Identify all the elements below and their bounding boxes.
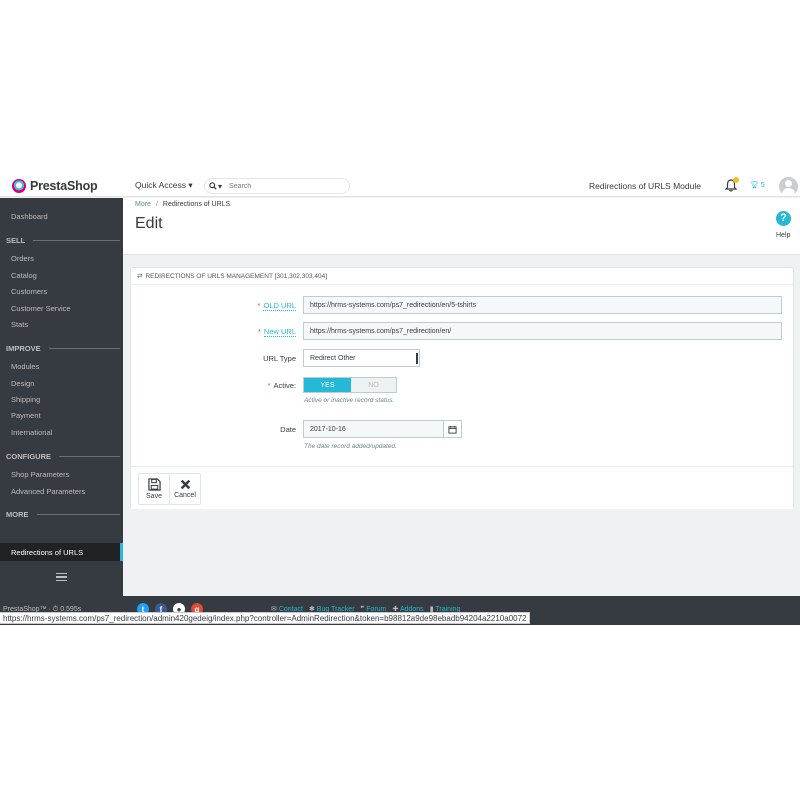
url-type-label: URL Type (263, 354, 296, 363)
sidebar-item-redirections[interactable]: Redirections of URLS (0, 543, 123, 561)
active-yes-button[interactable]: YES (304, 378, 351, 392)
active-label: * Active: (166, 381, 296, 390)
date-field[interactable]: 2017-10-16 (303, 420, 444, 438)
cancel-button[interactable]: Cancel (169, 473, 201, 505)
calendar-button[interactable] (443, 420, 462, 438)
trophy-icon: 🏆︎ (750, 182, 759, 189)
panel-footer: Save Cancel (131, 466, 793, 509)
sidebar-item-orders[interactable]: Orders (11, 254, 34, 263)
browser-status-url: https://hrms-systems.com/ps7_redirection… (0, 612, 531, 624)
breadcrumb-separator: / (155, 201, 158, 208)
exchange-icon: ⇄ (137, 273, 143, 280)
sidebar-item-advanced-parameters[interactable]: Advanced Parameters (11, 487, 85, 496)
sidebar-item-label: Redirections of URLS (11, 548, 84, 557)
date-help-text: The date record added/updated. (304, 443, 397, 450)
prestashop-logo[interactable]: PrestaShop (12, 178, 98, 194)
url-type-value: Redirect Other (310, 354, 356, 362)
section-title: SELL (6, 236, 26, 245)
required-marker: * (267, 381, 271, 390)
sidebar-item-customer-service[interactable]: Customer Service (11, 304, 71, 313)
sidebar-item-catalog[interactable]: Catalog (11, 271, 37, 280)
old-url-label-text: OLD URL (263, 301, 296, 311)
active-label-text: Active: (273, 381, 296, 390)
new-url-label: * New URL (166, 327, 296, 337)
active-no-button[interactable]: NO (351, 378, 396, 392)
section-title: CONFIGURE (6, 452, 51, 461)
sidebar-item-shop-parameters[interactable]: Shop Parameters (11, 470, 69, 479)
section-title: IMPROVE (6, 344, 41, 353)
section-title: MORE (6, 510, 29, 519)
url-type-select[interactable]: Redirect Other (303, 349, 420, 367)
sidebar-item-customers[interactable]: Customers (11, 287, 47, 296)
close-icon (180, 479, 190, 490)
help-label[interactable]: Help (776, 232, 790, 239)
avatar[interactable] (779, 177, 798, 196)
sidebar-item-shipping[interactable]: Shipping (11, 395, 40, 404)
shop-name-link[interactable]: Redirections of URLS Module (589, 181, 701, 191)
prestashop-admin-window: PrestaShop Quick Access ▾ ▾ Redirections… (0, 175, 800, 625)
sidebar-item-international[interactable]: International (11, 428, 52, 437)
new-url-field[interactable]: https://hrms-systems.com/ps7_redirection… (303, 322, 782, 340)
sidebar-item-dashboard[interactable]: Dashboard (11, 212, 48, 221)
old-url-label: * OLD URL (166, 301, 296, 311)
search-scope-button[interactable]: ▾ (209, 182, 229, 191)
active-toggle: YES NO (303, 377, 397, 393)
search-icon (209, 182, 217, 190)
section-divider (33, 240, 120, 241)
breadcrumb-more[interactable]: More (135, 201, 151, 208)
cancel-label: Cancel (174, 492, 196, 499)
save-label: Save (146, 493, 162, 500)
breadcrumb: More / Redirections of URLS (135, 201, 230, 208)
section-divider (59, 456, 120, 457)
sidebar-section-sell: SELL (6, 236, 120, 245)
menu-collapse-icon[interactable] (56, 573, 67, 581)
trophy-count: 5 (760, 181, 765, 189)
page-header: More / Redirections of URLS Edit ? Help (123, 198, 800, 255)
caret-down-icon: ▾ (188, 180, 193, 190)
save-icon (147, 478, 161, 491)
page-title: Edit (135, 215, 163, 232)
breadcrumb-current[interactable]: Redirections of URLS (163, 201, 230, 208)
date-label: Date (280, 425, 296, 434)
logo-text: PrestaShop (30, 179, 98, 193)
sidebar-section-more: MORE (6, 510, 120, 519)
select-caret-icon (416, 353, 418, 364)
required-marker: * (257, 301, 261, 310)
search-box: ▾ (204, 178, 350, 194)
required-marker: * (257, 327, 261, 336)
sidebar-item-payment[interactable]: Payment (11, 411, 41, 420)
redirection-form-panel: ⇄ REDIRECTIONS OF URLS MANAGEMENT [301,3… (130, 267, 794, 509)
new-url-label-text: New URL (263, 327, 296, 337)
panel-heading-text: REDIRECTIONS OF URLS MANAGEMENT [301,302… (145, 272, 328, 280)
section-divider (48, 348, 120, 349)
sidebar-item-modules[interactable]: Modules (11, 362, 39, 371)
active-help-text: Active or inactive record status. (304, 397, 395, 404)
calendar-icon (448, 425, 457, 434)
top-bar: PrestaShop Quick Access ▾ ▾ Redirections… (0, 175, 800, 197)
quick-access-label: Quick Access (135, 180, 187, 190)
sidebar-item-design[interactable]: Design (11, 379, 34, 388)
caret-down-icon: ▾ (218, 181, 223, 191)
search-input[interactable] (229, 182, 339, 190)
sidebar-section-improve: IMPROVE (6, 344, 120, 353)
sidebar-item-stats[interactable]: Stats (11, 320, 28, 329)
help-icon[interactable]: ? (776, 211, 791, 226)
sidebar-section-configure: CONFIGURE (6, 452, 120, 461)
panel-heading: ⇄ REDIRECTIONS OF URLS MANAGEMENT [301,3… (131, 268, 793, 285)
sidebar: Dashboard SELL Orders Catalog Customers … (0, 198, 123, 596)
prestashop-logo-icon (12, 179, 26, 193)
old-url-field[interactable]: https://hrms-systems.com/ps7_redirection… (303, 296, 782, 314)
quick-access-dropdown[interactable]: Quick Access ▾ (135, 180, 193, 191)
save-button[interactable]: Save (138, 473, 170, 505)
notification-badge (733, 177, 739, 183)
section-divider (36, 514, 120, 515)
employee-trophy[interactable]: 🏆︎ 5 (750, 181, 765, 190)
